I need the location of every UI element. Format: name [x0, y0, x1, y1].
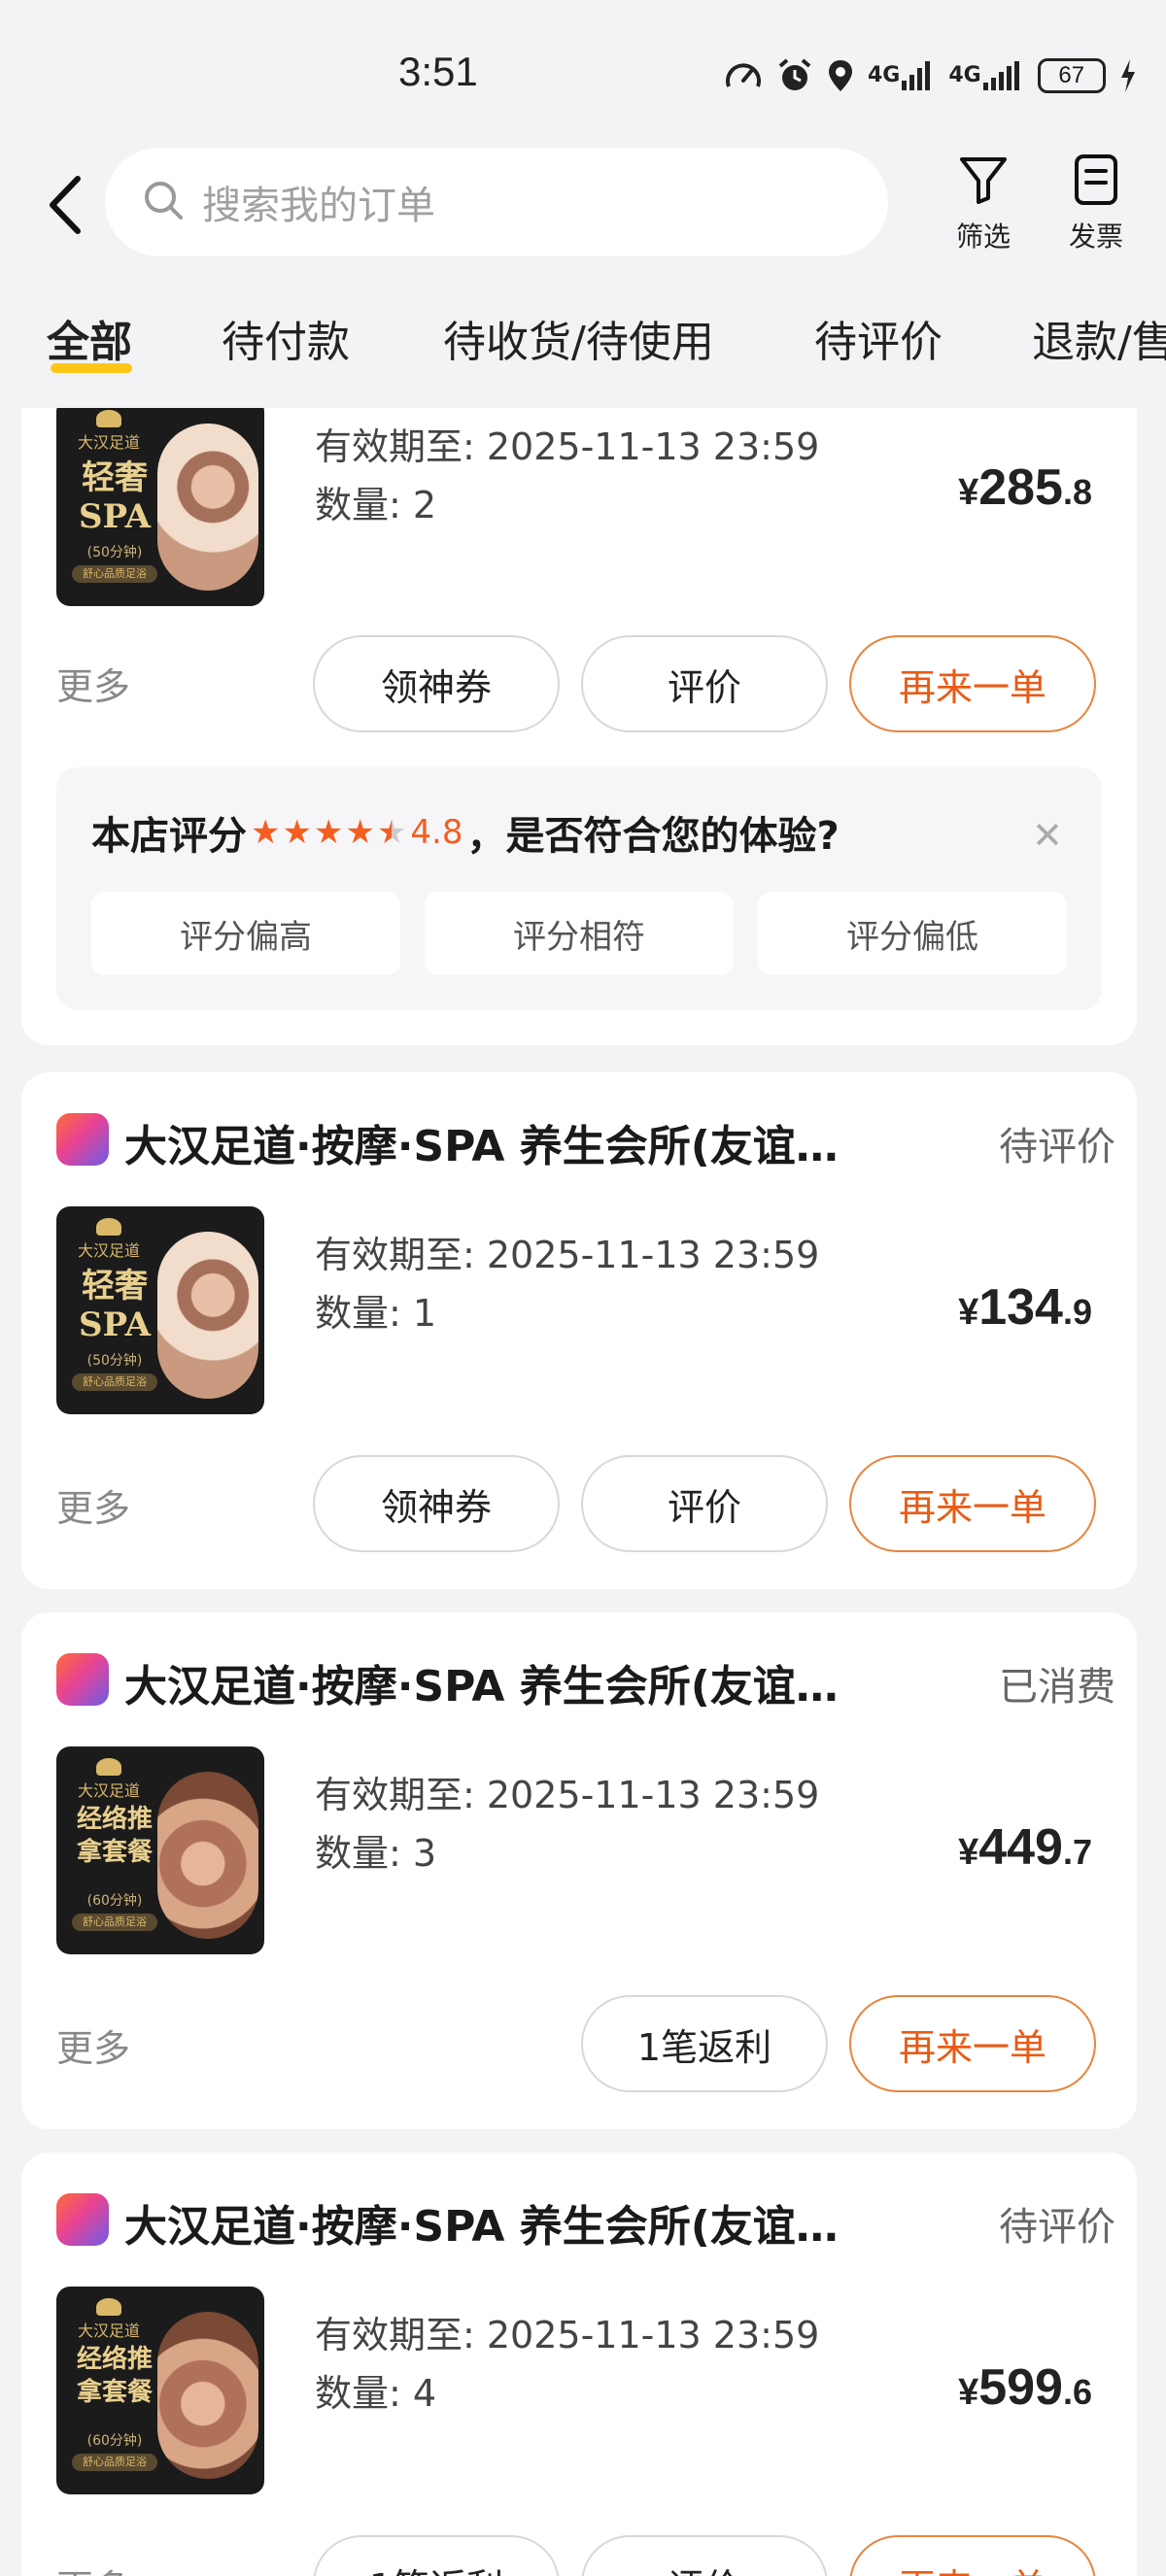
order-card[interactable]: 大汉足道·按摩·SPA 养生会所(友谊… 已消费 大汉足道 经络推拿套餐 (60…	[21, 1612, 1137, 2129]
tab-refund[interactable]: 退款/售后	[1032, 307, 1166, 369]
order-card[interactable]: 大汉足道·按摩·SPA 养生会所(友谊… 待评价 大汉足道 轻奢SPA (50分…	[21, 1072, 1137, 1589]
rating-option-match[interactable]: 评分相符	[425, 892, 734, 975]
product-thumbnail[interactable]: 大汉足道 经络推拿套餐 (60分钟) 舒心品质足浴	[56, 1746, 264, 1954]
invoice-label: 发票	[1068, 220, 1123, 253]
charging-icon	[1119, 58, 1137, 93]
more-link[interactable]: 更多	[56, 1478, 130, 1532]
store-header[interactable]: 大汉足道·按摩·SPA 养生会所(友谊… 待评价	[56, 1107, 1115, 1171]
filter-button[interactable]: 筛选	[935, 153, 1032, 253]
back-arrow-icon[interactable]	[43, 173, 91, 237]
review-button[interactable]: 评价	[581, 635, 828, 732]
product-thumbnail[interactable]: 大汉足道 经络推拿套餐 (60分钟) 舒心品质足浴	[56, 2287, 264, 2494]
filter-icon	[957, 157, 1010, 210]
star-icon: ★	[345, 813, 375, 852]
order-price: ¥134.9	[958, 1279, 1092, 1336]
star-icon: ★	[313, 813, 344, 852]
star-half-icon: ★	[376, 813, 407, 852]
speed-meter-icon	[724, 59, 763, 92]
quantity: 数量: 1	[315, 1292, 437, 1335]
order-status: 已消费	[999, 1665, 1115, 1710]
reorder-button[interactable]: 再来一单	[849, 635, 1096, 732]
rebate-button[interactable]: 1笔返利	[313, 2535, 560, 2576]
order-price: ¥599.6	[958, 2359, 1092, 2416]
status-time: 3:51	[398, 49, 478, 94]
rating-option-high[interactable]: 评分偏高	[91, 892, 400, 975]
more-link[interactable]: 更多	[56, 2018, 130, 2072]
rating-option-low[interactable]: 评分偏低	[758, 892, 1067, 975]
invoice-icon	[1072, 154, 1120, 210]
close-icon[interactable]: ✕	[1032, 814, 1063, 857]
store-name[interactable]: 大汉足道·按摩·SPA 养生会所(友谊…	[124, 2191, 921, 2254]
more-link[interactable]: 更多	[56, 2559, 130, 2576]
order-status: 待评价	[999, 2205, 1115, 2250]
store-logo-icon	[56, 1653, 109, 1706]
order-status: 待评价	[999, 1125, 1115, 1169]
review-button[interactable]: 评价	[581, 2535, 828, 2576]
valid-until: 有效期至: 2025-11-13 23:59	[315, 1234, 820, 1276]
rating-stars: ★ ★ ★ ★ ★	[251, 816, 406, 849]
product-thumbnail[interactable]: 大汉足道 轻奢SPA (50分钟) 舒心品质足浴	[56, 398, 264, 606]
tab-pending-receipt[interactable]: 待收货/待使用	[443, 307, 714, 369]
invoice-button[interactable]: 发票	[1047, 153, 1145, 253]
search-input[interactable]: 搜索我的订单	[105, 148, 888, 256]
battery-indicator: 67	[1037, 58, 1106, 93]
thumb-photo	[157, 1232, 258, 1399]
reorder-button[interactable]: 再来一单	[849, 2535, 1096, 2576]
store-name[interactable]: 大汉足道·按摩·SPA 养生会所(友谊…	[124, 1111, 921, 1173]
order-info: 有效期至: 2025-11-13 23:59 数量: 2	[315, 418, 819, 534]
product-thumbnail[interactable]: 大汉足道 轻奢SPA (50分钟) 舒心品质足浴	[56, 1206, 264, 1414]
header: 3:51 4G 4G 67 搜索我的订单 筛选 发票 全部 待付款 待收货/待使…	[0, 0, 1166, 408]
order-info: 有效期至: 2025-11-13 23:59 数量: 1	[315, 1226, 819, 1342]
order-card[interactable]: 大汉足道·按摩·SPA 养生会所(友谊… 待评价 大汉足道 经络推拿套餐 (60…	[21, 2152, 1137, 2576]
thumb-photo	[157, 2312, 258, 2479]
signal-4g-2-icon: 4G	[948, 59, 1023, 92]
star-icon: ★	[282, 813, 312, 852]
tab-all[interactable]: 全部	[47, 307, 132, 369]
search-icon	[142, 179, 185, 225]
tab-pending-payment[interactable]: 待付款	[222, 307, 350, 369]
valid-until: 有效期至: 2025-11-13 23:59	[315, 425, 820, 468]
store-logo-icon	[56, 1113, 109, 1166]
order-tabs: 全部 待付款 待收货/待使用 待评价 退款/售后	[0, 291, 1166, 389]
order-price: ¥285.8	[958, 459, 1092, 516]
star-icon: ★	[251, 813, 281, 852]
quantity: 数量: 4	[315, 2372, 437, 2415]
order-price: ¥449.7	[958, 1819, 1092, 1876]
store-logo-icon	[56, 2193, 109, 2246]
tab-indicator	[51, 363, 132, 373]
thumb-photo	[157, 1772, 258, 1939]
order-info: 有效期至: 2025-11-13 23:59 数量: 3	[315, 1766, 819, 1882]
quantity: 数量: 2	[315, 484, 437, 526]
thumb-brand: 大汉足道	[70, 410, 148, 453]
review-button[interactable]: 评价	[581, 1455, 828, 1552]
filter-label: 筛选	[955, 220, 1011, 253]
claim-coupon-button[interactable]: 领神券	[313, 635, 560, 732]
valid-until: 有效期至: 2025-11-13 23:59	[315, 2314, 820, 2356]
search-placeholder: 搜索我的订单	[202, 184, 435, 228]
order-info: 有效期至: 2025-11-13 23:59 数量: 4	[315, 2306, 819, 2423]
rating-title: 本店评分 ★ ★ ★ ★ ★ 4.8 ，是否符合您的体验?	[91, 813, 840, 859]
reorder-button[interactable]: 再来一单	[849, 1995, 1096, 2092]
rating-score: 4.8	[410, 813, 463, 852]
status-bar: 3:51 4G 4G 67	[0, 0, 1166, 146]
rebate-button[interactable]: 1笔返利	[581, 1995, 828, 2092]
alarm-icon	[776, 57, 813, 94]
tab-pending-review[interactable]: 待评价	[814, 307, 943, 369]
valid-until: 有效期至: 2025-11-13 23:59	[315, 1774, 820, 1816]
store-header[interactable]: 大汉足道·按摩·SPA 养生会所(友谊… 已消费	[56, 1647, 1115, 1713]
store-header[interactable]: 大汉足道·按摩·SPA 养生会所(友谊… 待评价	[56, 2187, 1115, 2252]
more-link[interactable]: 更多	[56, 657, 130, 710]
store-rating-prompt: 本店评分 ★ ★ ★ ★ ★ 4.8 ，是否符合您的体验? ✕ 评分偏高 评分相符 评分…	[56, 767, 1102, 1010]
status-icons: 4G 4G 67	[724, 54, 1137, 97]
quantity: 数量: 3	[315, 1832, 437, 1875]
claim-coupon-button[interactable]: 领神券	[313, 1455, 560, 1552]
thumb-photo	[157, 424, 258, 591]
signal-4g-icon: 4G	[868, 59, 935, 92]
location-icon	[827, 58, 854, 93]
reorder-button[interactable]: 再来一单	[849, 1455, 1096, 1552]
store-name[interactable]: 大汉足道·按摩·SPA 养生会所(友谊…	[124, 1651, 921, 1713]
